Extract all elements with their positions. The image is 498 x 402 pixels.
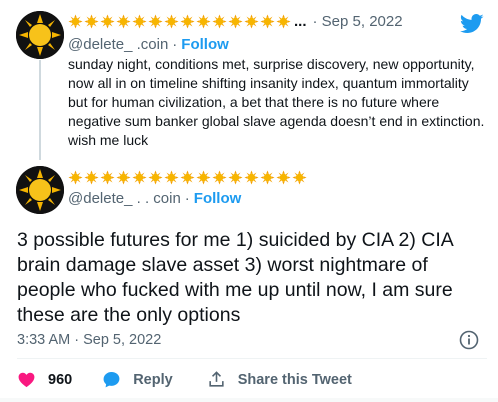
speech-bubble-icon	[103, 371, 120, 388]
reply-tweet-text: sunday night, conditions met, surprise d…	[68, 56, 485, 148]
sun-icon	[228, 170, 243, 185]
sun-icon	[276, 14, 291, 29]
sun-icon	[244, 14, 259, 29]
sun-icon	[196, 170, 211, 185]
thread-connector-line	[39, 60, 41, 160]
reply-date[interactable]: · Sep 5, 2022	[313, 13, 403, 30]
sun-icon	[212, 170, 227, 185]
sun-icon	[100, 14, 115, 29]
sun-icon	[244, 170, 259, 185]
sun-icon	[148, 14, 163, 29]
sun-icon	[68, 170, 83, 185]
reply-author-avatar[interactable]	[16, 11, 64, 59]
sun-avatar-icon	[16, 11, 64, 59]
main-handle[interactable]: @delete_ . . coin	[68, 190, 181, 207]
sun-icon	[68, 14, 83, 29]
actions-divider	[17, 358, 487, 359]
main-tweet-text: 3 possible futures for me 1) suicided by…	[17, 229, 453, 326]
sun-icon	[164, 14, 179, 29]
share-button[interactable]: Share this Tweet	[207, 370, 352, 389]
name-truncation: ...	[294, 13, 307, 30]
reply-handle-row: @delete_ .coin · Follow	[68, 36, 229, 53]
sun-icon	[164, 170, 179, 185]
sun-icon	[100, 170, 115, 185]
twitter-bird-icon[interactable]	[460, 14, 484, 34]
like-button[interactable]: 960	[17, 370, 102, 389]
share-upload-icon	[209, 371, 224, 387]
sun-emoji-row	[68, 170, 307, 185]
sun-emoji-row	[68, 14, 291, 29]
reply-handle[interactable]: @delete_ .coin	[68, 36, 168, 53]
tweet-timestamp[interactable]: 3:33 AM · Sep 5, 2022	[17, 332, 161, 348]
sun-icon	[292, 170, 307, 185]
main-follow-button[interactable]: Follow	[194, 190, 242, 207]
reply-button[interactable]: Reply	[102, 370, 207, 389]
main-author-name[interactable]	[68, 170, 307, 185]
sun-icon	[132, 14, 147, 29]
sun-icon	[84, 170, 99, 185]
handle-separator: ·	[184, 190, 190, 207]
sun-icon	[260, 170, 275, 185]
next-item-edge	[0, 398, 498, 402]
reply-author-name[interactable]: ... · Sep 5, 2022	[68, 13, 403, 30]
tweet-actions: 960 Reply Share this Tweet	[17, 370, 352, 389]
heart-icon	[18, 372, 35, 388]
sun-icon	[132, 170, 147, 185]
info-icon[interactable]	[459, 330, 479, 350]
handle-separator: ·	[172, 36, 178, 53]
sun-icon	[116, 170, 131, 185]
sun-icon	[180, 14, 195, 29]
like-count: 960	[48, 371, 73, 388]
sun-icon	[228, 14, 243, 29]
reply-label: Reply	[133, 371, 173, 388]
sun-icon	[116, 14, 131, 29]
sun-icon	[84, 14, 99, 29]
sun-icon	[196, 14, 211, 29]
sun-icon	[180, 170, 195, 185]
reply-follow-button[interactable]: Follow	[181, 36, 229, 53]
main-handle-row: @delete_ . . coin · Follow	[68, 190, 241, 207]
sun-icon	[260, 14, 275, 29]
sun-avatar-icon	[16, 166, 64, 214]
share-label: Share this Tweet	[237, 371, 352, 388]
main-author-avatar[interactable]	[16, 166, 64, 214]
sun-icon	[212, 14, 227, 29]
sun-icon	[148, 170, 163, 185]
sun-icon	[276, 170, 291, 185]
